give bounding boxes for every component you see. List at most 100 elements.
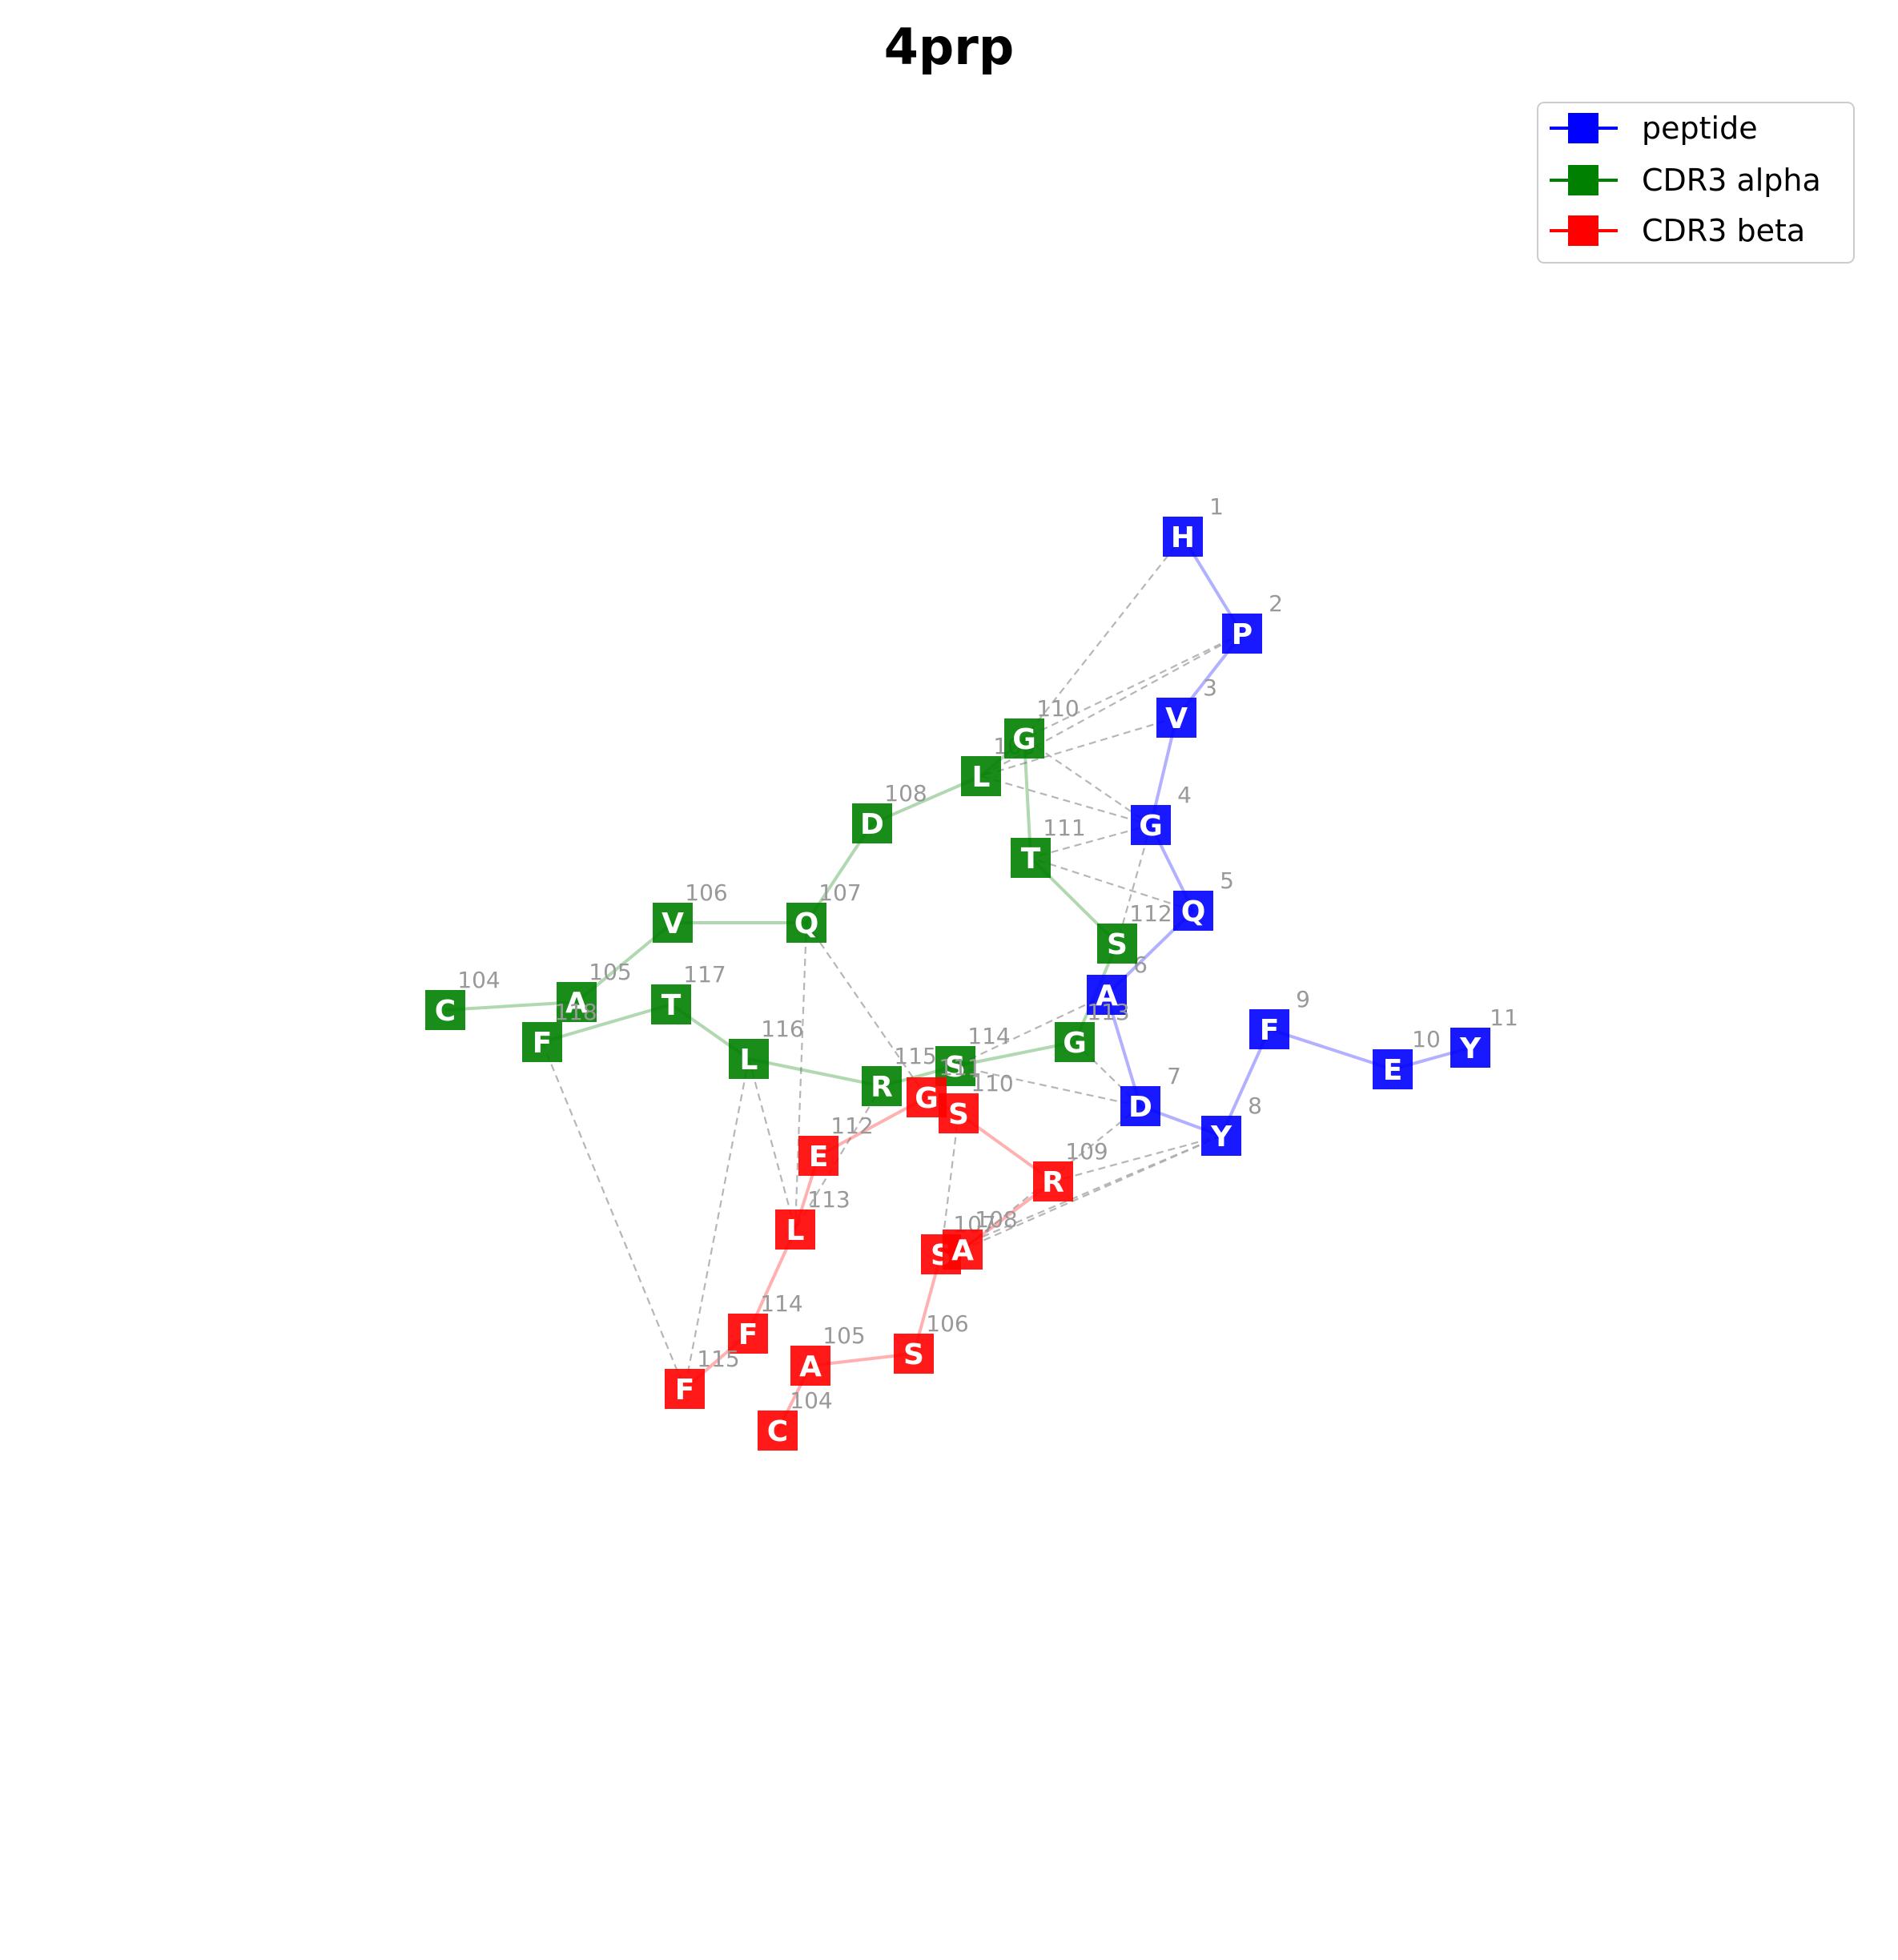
residue-number: 106 [685, 879, 727, 906]
residue-number: 118 [554, 999, 597, 1025]
residue-letter: L [740, 1044, 758, 1077]
residue-letter: R [871, 1071, 893, 1104]
residue-node-beta-105: A105 [790, 1322, 866, 1386]
residue-number: 116 [761, 1016, 803, 1042]
residue-number: 113 [807, 1186, 850, 1213]
residue-number: 104 [457, 967, 500, 993]
network-figure: 4prp H1P2V3G4Q5A6D7Y8F9E10 Y11C104A105V10… [425, 18, 1855, 1451]
residue-letter: F [675, 1374, 695, 1407]
residue-number: 8 [1248, 1093, 1262, 1119]
residue-letter: C [767, 1415, 788, 1448]
residue-number: 1 [1209, 493, 1224, 520]
residue-node-peptide-1: H1 [1163, 493, 1224, 557]
residue-node-alpha-117: T117 [651, 961, 726, 1024]
residue-letter: L [786, 1214, 805, 1247]
residue-node-peptide-5: Q5 [1173, 867, 1234, 931]
residue-number: 109 [1065, 1138, 1108, 1165]
residue-number: 117 [683, 961, 726, 988]
residue-letter: Q [1181, 895, 1206, 928]
residue-node-alpha-106: V106 [653, 879, 728, 943]
residue-node-beta-104: C104 [758, 1387, 833, 1451]
residue-number: 114 [760, 1290, 802, 1317]
contact-edge-alpha-118-beta-115 [541, 1041, 686, 1390]
residue-number: 108 [975, 1206, 1017, 1233]
residue-letter: G [1063, 1027, 1087, 1060]
residue-node-alpha-104: C104 [425, 967, 501, 1030]
legend-marker-peptide [1568, 113, 1598, 143]
residue-node-beta-114: F114 [728, 1290, 803, 1354]
residue-number: 112 [830, 1113, 873, 1139]
residue-nodes: H1P2V3G4Q5A6D7Y8F9E10 Y11C104A105V106Q107… [425, 493, 1518, 1451]
legend-entry-peptide: peptide [1550, 111, 1758, 146]
residue-letter: F [738, 1318, 758, 1351]
legend-label-cdr3-beta: CDR3 beta [1642, 213, 1805, 248]
residue-letter: H [1171, 521, 1195, 554]
residue-letter: T [1021, 843, 1041, 875]
residue-letter: L [972, 761, 991, 794]
residue-letter: T [661, 989, 682, 1022]
contact-edge-alpha-116-beta-113 [747, 1058, 797, 1230]
residue-node-peptide-2: P2 [1222, 590, 1283, 654]
residue-node-alpha-110: G110 [1004, 695, 1080, 759]
residue-number: 106 [926, 1310, 968, 1337]
residue-number: 105 [822, 1322, 865, 1349]
residue-number: 111 [1043, 815, 1085, 841]
residue-number: 2 [1269, 590, 1283, 617]
residue-letter: D [1128, 1091, 1152, 1124]
residue-letter: E [809, 1141, 829, 1173]
residue-node-alpha-107: Q107 [786, 879, 862, 943]
legend-label-cdr3-alpha: CDR3 alpha [1642, 163, 1821, 198]
residue-letter: F [533, 1027, 553, 1060]
residue-letter: G [915, 1082, 939, 1115]
residue-letter: Y [1210, 1121, 1232, 1153]
residue-node-beta-115: F115 [665, 1346, 740, 1409]
legend-entry-cdr3-beta: CDR3 beta [1550, 213, 1805, 248]
residue-number: 108 [884, 780, 927, 807]
residue-node-beta-106: S106 [894, 1310, 969, 1374]
residue-node-alpha-112: S112 [1097, 900, 1172, 964]
residue-number: 5 [1220, 867, 1234, 894]
residue-number: 10 [1412, 1026, 1441, 1052]
residue-node-peptide-8: Y8 [1201, 1093, 1262, 1156]
contact-edge-alpha-107-beta-113 [794, 922, 808, 1230]
residue-number: 7 [1167, 1063, 1181, 1089]
residue-letter: S [948, 1098, 969, 1131]
residue-node-peptide-11: Y 11 [1450, 1004, 1518, 1068]
residue-node-alpha-108: D108 [852, 780, 927, 843]
legend-marker-cdr3-beta [1568, 215, 1598, 246]
residue-letter: Q [794, 908, 819, 940]
residue-letter: V [1165, 702, 1188, 735]
residue-number: 3 [1203, 674, 1217, 701]
residue-number: 110 [1036, 695, 1079, 722]
residue-number: 112 [1129, 900, 1172, 927]
residue-letter: V [661, 908, 684, 940]
residue-letter: G [1012, 723, 1036, 756]
residue-number: 4 [1177, 782, 1192, 808]
residue-letter: A [951, 1234, 974, 1267]
residue-letter: C [435, 995, 456, 1028]
residue-number: 107 [818, 879, 861, 906]
residue-letter: G [1139, 810, 1163, 843]
residue-node-beta-113: L113 [775, 1186, 850, 1250]
residue-number: 11 [1490, 1004, 1518, 1031]
residue-number: 115 [894, 1043, 936, 1069]
legend-entry-cdr3-alpha: CDR3 alpha [1550, 163, 1821, 198]
figure-title: 4prp [884, 18, 1014, 76]
residue-number: 105 [589, 959, 631, 985]
legend: peptide CDR3 alpha CDR3 beta [1537, 102, 1855, 264]
residue-letter: Y [1459, 1032, 1482, 1065]
residue-node-beta-109: R109 [1033, 1138, 1108, 1201]
residue-node-beta-112: E112 [798, 1113, 874, 1176]
residue-letter: A [799, 1350, 822, 1383]
residue-letter: S [903, 1338, 924, 1371]
legend-label-peptide: peptide [1642, 111, 1758, 146]
legend-marker-cdr3-alpha [1568, 165, 1598, 195]
residue-number: 9 [1296, 986, 1310, 1012]
residue-number: 113 [1087, 999, 1129, 1025]
residue-letter: E [1383, 1054, 1403, 1087]
residue-number: 114 [967, 1023, 1010, 1049]
residue-letter: P [1232, 618, 1253, 651]
residue-node-peptide-4: G4 [1131, 782, 1192, 845]
residue-letter: F [1260, 1014, 1280, 1047]
residue-number: 104 [790, 1387, 832, 1414]
